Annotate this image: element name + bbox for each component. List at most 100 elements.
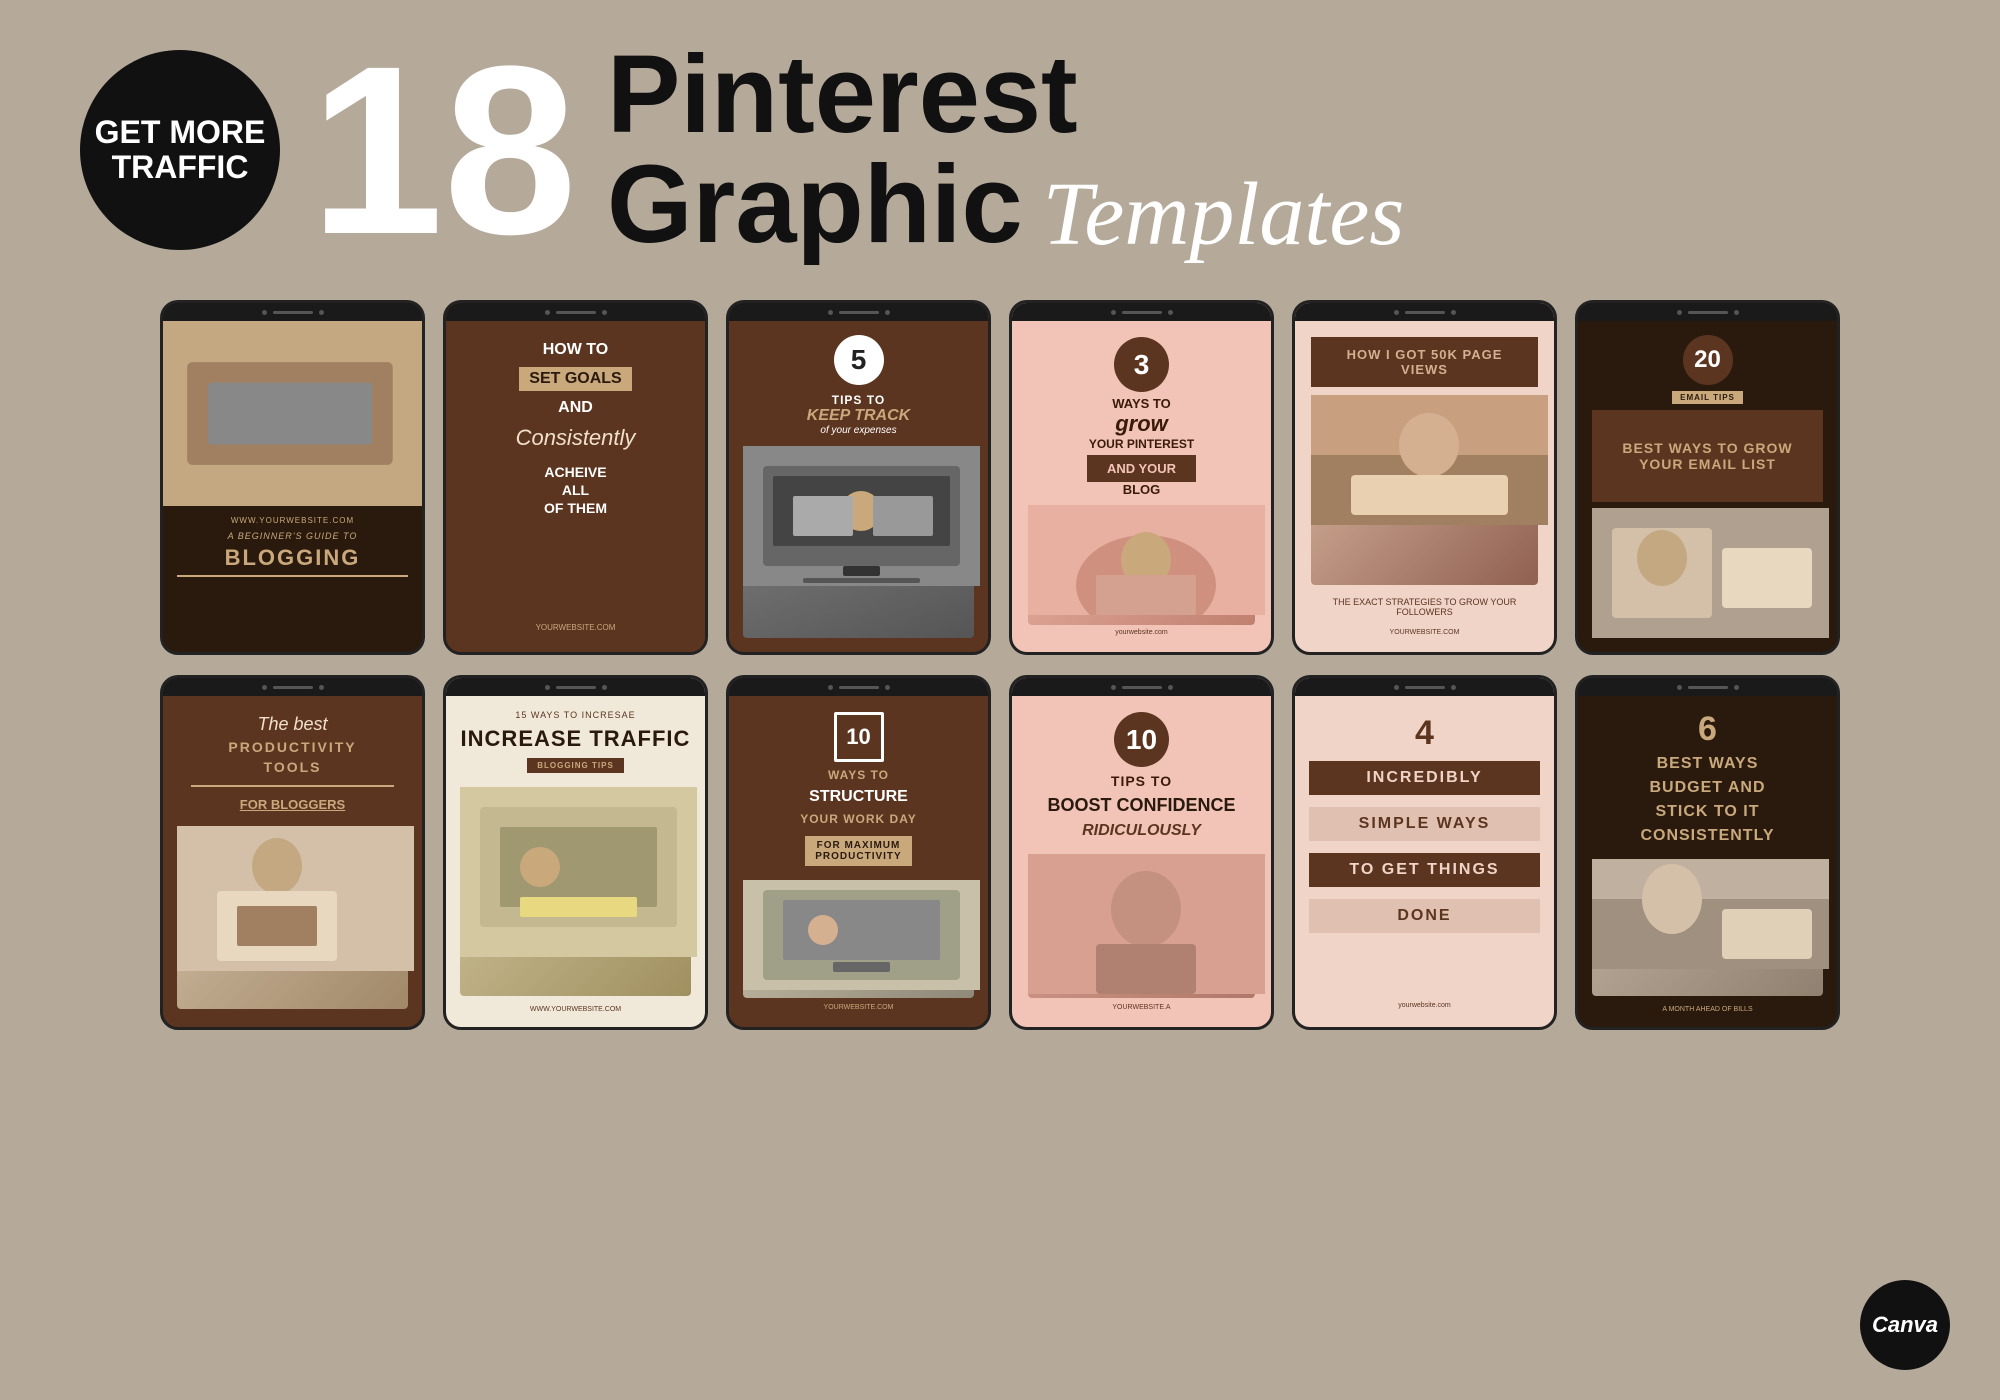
goals-highlight: SET GOALS: [519, 367, 631, 391]
budget-number: 6: [1592, 710, 1823, 749]
topbar-line: [1122, 311, 1162, 314]
email-image: [1592, 508, 1823, 638]
pageviews-sub: THE EXACT STRATEGIES TO GROW YOUR FOLLOW…: [1311, 593, 1538, 621]
card-topbar: [729, 303, 988, 321]
card-subtitle: A BEGINNER'S GUIDE TO: [177, 531, 408, 541]
topbar-dot: [602, 310, 607, 315]
title-pinterest: Pinterest: [607, 40, 1078, 150]
canva-badge-text: Canva: [1872, 1312, 1938, 1338]
goals-line1: HOW TO: [543, 341, 608, 359]
card-body: 15 WAYS TO INCRESAE INCREASE TRAFFIC BLO…: [446, 696, 705, 1027]
card-topbar: [1578, 303, 1837, 321]
card-keeptrack[interactable]: 5 TIPS TO KEEP TRACK of your expenses: [726, 300, 991, 655]
struct-website: YOURWEBSITE.COM: [824, 1004, 894, 1011]
big-number: 18: [310, 42, 577, 258]
card-image: [743, 880, 974, 998]
topbar-line: [1688, 686, 1728, 689]
card-pageviews[interactable]: HOW I GOT 50K PAGE VIEWS THE EXACT STRAT…: [1292, 300, 1557, 655]
card-topbar: [1012, 303, 1271, 321]
card-image: [1311, 395, 1538, 585]
title-templates: Templates: [1043, 170, 1405, 260]
conf-line1: TIPS TO: [1111, 773, 1172, 789]
title-graphic: Graphic: [607, 150, 1023, 260]
card-getthings[interactable]: 4 INCREDIBLY SIMPLE WAYS TO GET THINGS D…: [1292, 675, 1557, 1030]
topbar-dot: [262, 685, 267, 690]
topbar-dot: [545, 310, 550, 315]
topbar-dot: [1394, 310, 1399, 315]
card-grow[interactable]: 3 WAYS TO grow YOUR PINTEREST AND YOUR B…: [1009, 300, 1274, 655]
prod-line1: The best: [177, 714, 408, 735]
budget-line2: BUDGET AND: [1592, 779, 1823, 797]
cards-section: WWW.YOURWEBSITE.COM A BEGINNER'S GUIDE T…: [0, 280, 2000, 1050]
topbar-line: [556, 686, 596, 689]
card-image: [460, 787, 691, 996]
topbar-dot: [885, 685, 890, 690]
title-row2: Graphic Templates: [607, 150, 1404, 260]
grow-website: yourwebsite.com: [1115, 629, 1168, 636]
card-website: WWW.YOURWEBSITE.COM: [177, 516, 408, 525]
goals-and: AND: [558, 399, 593, 417]
tips-highlight: KEEP TRACK: [807, 407, 910, 425]
card-body: HOW I GOT 50K PAGE VIEWS THE EXACT STRAT…: [1295, 321, 1554, 652]
grow-image: [1028, 505, 1265, 615]
card-goals[interactable]: HOW TO SET GOALS AND Consistently ACHEIV…: [443, 300, 708, 655]
card-image: [743, 446, 974, 638]
conf-number: 10: [1114, 712, 1169, 767]
card-budget[interactable]: 6 BEST WAYS BUDGET AND STICK TO IT CONSI…: [1575, 675, 1840, 1030]
card-topbar: [446, 678, 705, 696]
topbar-dot: [1677, 310, 1682, 315]
goals-website: YOURWEBSITE.COM: [536, 603, 616, 632]
expenses-image: [743, 446, 980, 586]
topbar-dot: [1734, 310, 1739, 315]
budget-sub: A MONTH AHEAD OF BILLS: [1592, 1006, 1823, 1013]
cards-row-2: The best PRODUCTIVITY TOOLS FOR BLOGGERS: [60, 675, 1940, 1030]
card-blogging[interactable]: WWW.YOURWEBSITE.COM A BEGINNER'S GUIDE T…: [160, 300, 425, 655]
card-topbar: [163, 678, 422, 696]
topbar-dot: [885, 310, 890, 315]
topbar-dot: [1111, 685, 1116, 690]
traffic-website: WWW.YOURWEBSITE.COM: [460, 1006, 691, 1013]
conf-highlight: RIDICULOUSLY: [1082, 822, 1201, 840]
topbar-line: [1688, 311, 1728, 314]
traffic-label: BLOGGING TIPS: [527, 758, 624, 773]
get-line3: TO GET THINGS: [1309, 853, 1540, 887]
goals-rest: ACHEIVEALLOF THEM: [544, 463, 607, 518]
confidence-image: [1028, 854, 1265, 994]
topbar-dot: [319, 685, 324, 690]
card-confidence[interactable]: 10 TIPS TO BOOST CONFIDENCE RIDICULOUSLY…: [1009, 675, 1274, 1030]
conf-title: BOOST CONFIDENCE: [1047, 795, 1235, 816]
tips-sub: of your expenses: [820, 425, 896, 436]
card-topbar: [163, 303, 422, 321]
card-body: 10 WAYS TO STRUCTURE YOUR WORK DAY FOR M…: [729, 696, 988, 1027]
card-structure[interactable]: 10 WAYS TO STRUCTURE YOUR WORK DAY FOR M…: [726, 675, 991, 1030]
structure-image: [743, 880, 980, 990]
grow-highlight: AND YOUR: [1087, 455, 1196, 482]
card-body: WWW.YOURWEBSITE.COM A BEGINNER'S GUIDE T…: [163, 506, 422, 587]
card-body: 10 TIPS TO BOOST CONFIDENCE RIDICULOUSLY…: [1012, 696, 1271, 1027]
topbar-line: [1122, 686, 1162, 689]
card-body: 6 BEST WAYS BUDGET AND STICK TO IT CONSI…: [1578, 696, 1837, 1027]
tips-label: TIPS TO: [832, 393, 885, 407]
pageviews-title: HOW I GOT 50K PAGE VIEWS: [1311, 337, 1538, 387]
grow-bold: grow: [1115, 411, 1168, 437]
card-image: [1028, 505, 1255, 625]
email-svg: [1592, 508, 1829, 638]
topbar-dot: [828, 310, 833, 315]
struct-highlight: FOR MAXIMUMPRODUCTIVITY: [805, 836, 911, 866]
card-topbar: [1295, 678, 1554, 696]
struct-line1: WAYS TO: [828, 768, 889, 782]
card-productivity[interactable]: The best PRODUCTIVITY TOOLS FOR BLOGGERS: [160, 675, 425, 1030]
card-number: 5: [834, 335, 884, 385]
card-email[interactable]: 20 EMAIL TIPS BEST WAYS TO GROW YOUR EMA…: [1575, 300, 1840, 655]
traffic-title: INCREASE TRAFFIC: [460, 726, 691, 752]
card-number: 3: [1114, 337, 1169, 392]
canva-badge: Canva: [1860, 1280, 1950, 1370]
card-traffic[interactable]: 15 WAYS TO INCRESAE INCREASE TRAFFIC BLO…: [443, 675, 708, 1030]
budget-image: [1592, 859, 1829, 969]
topbar-line: [1405, 311, 1445, 314]
topbar-dot: [1451, 685, 1456, 690]
card-body: 3 WAYS TO grow YOUR PINTEREST AND YOUR B…: [1012, 321, 1271, 652]
topbar-line: [1405, 686, 1445, 689]
card-body: 20 EMAIL TIPS BEST WAYS TO GROW YOUR EMA…: [1578, 321, 1837, 652]
traffic-sub: 15 WAYS TO INCRESAE: [460, 710, 691, 720]
